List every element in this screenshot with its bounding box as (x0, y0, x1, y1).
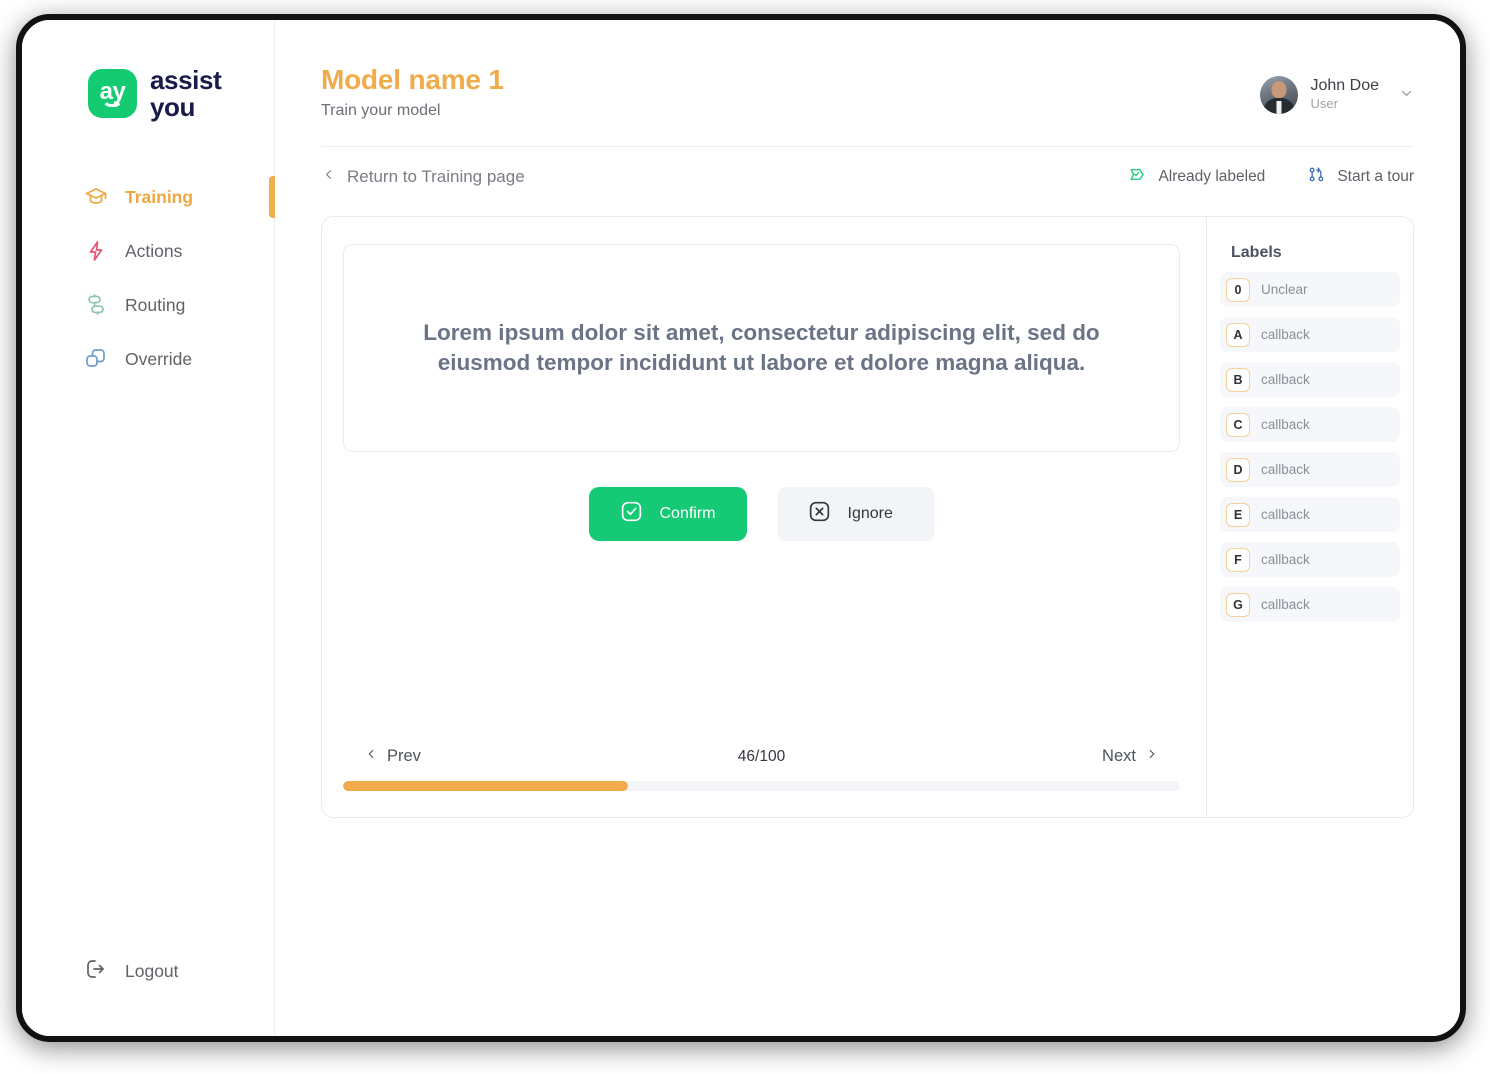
confirm-label: Confirm (659, 505, 716, 522)
logout-button[interactable]: Logout (22, 957, 274, 1036)
brand-name-line2: you (150, 91, 196, 122)
label-name: callback (1261, 417, 1310, 432)
already-labeled-button[interactable]: Already labeled (1128, 165, 1265, 189)
page-header: Model name 1 Train your model John Doe U… (321, 20, 1414, 120)
sample-panel: Lorem ipsum dolor sit amet, consectetur … (322, 217, 1206, 817)
page-title: Model name 1 (321, 64, 504, 95)
sidebar: ay assist you Training Actions Routing O… (22, 20, 275, 1036)
label-key-badge: C (1226, 412, 1250, 437)
training-card: Lorem ipsum dolor sit amet, consectetur … (321, 216, 1414, 818)
already-labeled-label: Already labeled (1158, 168, 1266, 185)
assistyou-logo-icon: ay (88, 69, 137, 119)
logout-label: Logout (125, 961, 179, 981)
label-row[interactable]: Fcallback (1220, 542, 1400, 577)
ignore-label: Ignore (847, 505, 893, 522)
ignore-button[interactable]: Ignore (776, 487, 935, 541)
label-row[interactable]: Dcallback (1220, 452, 1400, 487)
action-buttons: Confirm Ignore (343, 487, 1180, 541)
main-content: Model name 1 Train your model John Doe U… (275, 20, 1460, 1036)
app-screen: ay assist you Training Actions Routing O… (0, 0, 1490, 1074)
label-name: callback (1261, 597, 1310, 612)
pagination-controls: Prev 46/100 Next (343, 747, 1180, 781)
chevron-left-icon (364, 747, 378, 766)
sidebar-item-label: Actions (125, 240, 183, 261)
graduation-cap-icon (84, 185, 108, 209)
label-name: Unclear (1261, 282, 1308, 297)
label-key-badge: A (1226, 322, 1250, 347)
sidebar-item-actions[interactable]: Actions (22, 224, 274, 278)
label-key-badge: E (1226, 502, 1250, 527)
return-to-training-link[interactable]: Return to Training page (321, 167, 525, 187)
sidebar-item-training[interactable]: Training (22, 170, 275, 224)
sample-text-box: Lorem ipsum dolor sit amet, consectetur … (343, 244, 1180, 452)
sidebar-item-override[interactable]: Override (22, 332, 274, 386)
confirm-button[interactable]: Confirm (588, 487, 747, 541)
user-menu-text: John Doe User (1311, 77, 1380, 112)
lightning-bolt-icon (84, 239, 108, 263)
tag-check-icon (1128, 165, 1147, 189)
label-key-badge: D (1226, 457, 1250, 482)
label-name: callback (1261, 372, 1310, 387)
user-role: User (1310, 95, 1338, 111)
label-row[interactable]: Ccallback (1220, 407, 1400, 442)
user-name: John Doe (1310, 77, 1380, 95)
label-name: callback (1261, 327, 1310, 342)
label-key-badge: 0 (1226, 277, 1250, 302)
avatar (1259, 76, 1298, 114)
sample-text: Lorem ipsum dolor sit amet, consectetur … (423, 319, 1100, 375)
chevron-left-icon (321, 167, 336, 187)
toolbar-actions: Already labeled Start a tour (1128, 165, 1414, 189)
label-row[interactable]: Ecallback (1220, 497, 1400, 532)
next-button[interactable]: Next (1102, 747, 1159, 766)
brand-name: assist you (150, 65, 222, 122)
chevron-right-icon (1145, 747, 1159, 766)
labels-list: 0 Unclear Acallback Bcallback Ccallback Dcall… (1220, 272, 1400, 622)
routing-nodes-icon (84, 293, 108, 317)
start-a-tour-button[interactable]: Start a tour (1307, 165, 1414, 189)
label-name: callback (1261, 462, 1310, 477)
overlapping-squares-icon (84, 347, 108, 371)
label-row[interactable]: Acallback (1220, 317, 1400, 352)
page-counter: 46/100 (737, 747, 786, 765)
label-name: callback (1261, 507, 1310, 522)
prev-button[interactable]: Prev (364, 747, 421, 766)
label-name: callback (1261, 552, 1310, 567)
label-row[interactable]: 0 Unclear (1220, 272, 1400, 307)
label-key-badge: B (1226, 367, 1250, 392)
brand-logo[interactable]: ay assist you (22, 20, 274, 120)
sidebar-item-label: Override (125, 348, 193, 369)
page-subtitle: Train your model (321, 102, 441, 119)
user-menu[interactable]: John Doe User (1259, 64, 1415, 114)
sidebar-item-label: Training (125, 186, 194, 207)
sidebar-item-routing[interactable]: Routing (22, 278, 274, 332)
pagination: Prev 46/100 Next (343, 747, 1180, 791)
progress-bar (343, 781, 1180, 791)
prev-label: Prev (387, 747, 421, 765)
next-label: Next (1102, 747, 1136, 765)
x-square-icon (807, 499, 832, 529)
logout-icon (84, 957, 108, 986)
brand-name-line1: assist (150, 65, 222, 95)
label-row[interactable]: Gcallback (1220, 587, 1400, 622)
check-square-icon (619, 499, 644, 529)
label-row[interactable]: Bcallback (1220, 362, 1400, 397)
labels-title: Labels (1231, 244, 1282, 261)
window-frame: ay assist you Training Actions Routing O… (16, 14, 1466, 1042)
label-key-badge: G (1226, 592, 1250, 617)
sub-toolbar: Return to Training page Already labeled (321, 147, 1414, 207)
logo-mark-text: ay (99, 77, 126, 105)
chevron-down-icon[interactable] (1399, 86, 1414, 104)
labels-panel: Labels 0 Unclear Acallback Bcallback Ccallba… (1206, 217, 1413, 817)
git-branch-icon (1307, 165, 1326, 189)
return-to-training-label: Return to Training page (347, 167, 525, 186)
sidebar-nav: Training Actions Routing Override (22, 170, 275, 386)
progress-bar-fill (343, 781, 628, 791)
label-key-badge: F (1226, 547, 1250, 572)
start-a-tour-label: Start a tour (1337, 168, 1414, 185)
sidebar-item-label: Routing (125, 294, 186, 315)
page-header-text: Model name 1 Train your model (321, 64, 504, 120)
